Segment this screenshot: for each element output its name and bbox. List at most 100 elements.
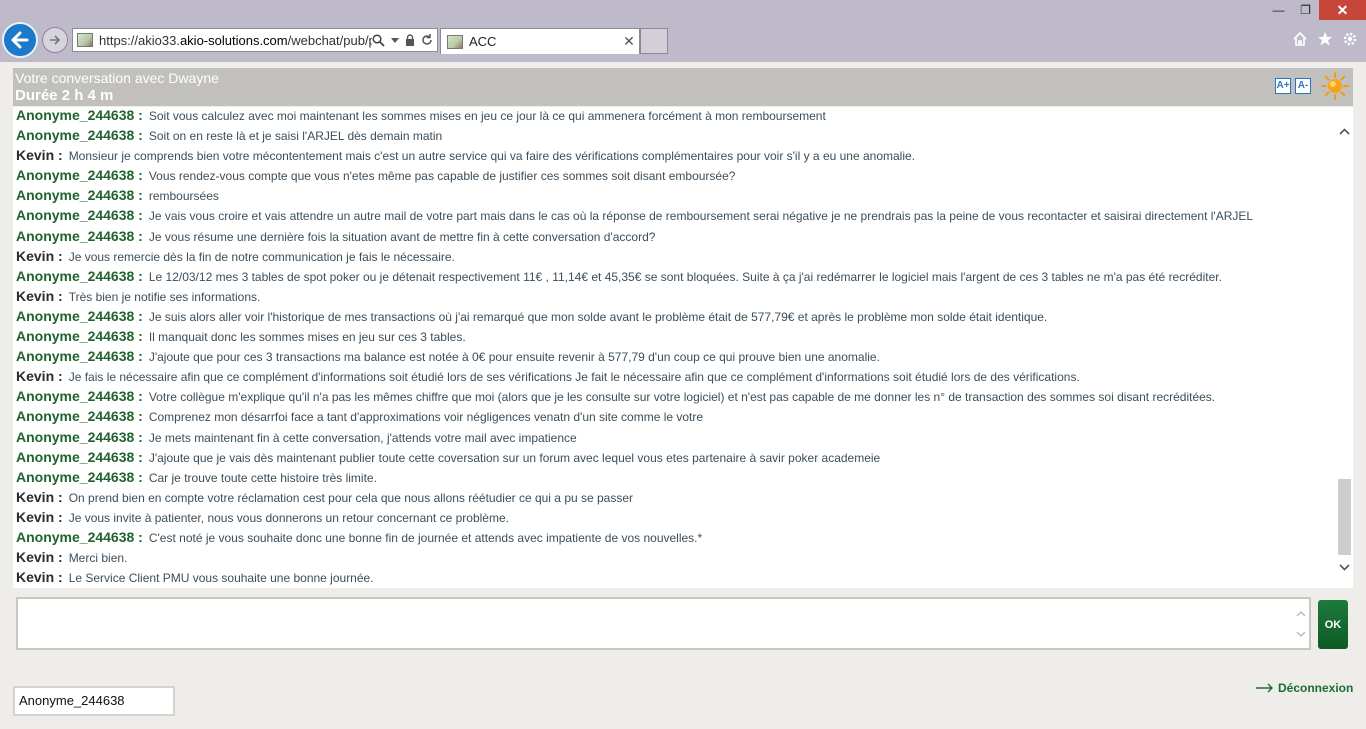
gear-icon[interactable] — [1341, 30, 1358, 48]
browser-tools — [1291, 30, 1358, 48]
message-sender: Anonyme_244638 : — [16, 167, 143, 184]
forward-button[interactable] — [42, 27, 68, 53]
browser-chrome: — ❐ ✕ https://akio33.akio-solutions.com/… — [0, 0, 1366, 62]
message-text: Votre collègue m'explique qu'il n'a pas … — [148, 390, 1216, 405]
message-sender: Kevin : — [16, 508, 63, 525]
message-text: Je vais vous croire et vais attendre un … — [148, 209, 1254, 224]
close-window-button[interactable]: ✕ — [1319, 0, 1366, 20]
message-text: Merci bien. — [68, 551, 128, 566]
url-path: /webchat/pub/pa — [287, 32, 372, 48]
tab-acc[interactable]: ACC ✕ — [440, 28, 640, 54]
input-scroll-down-icon[interactable] — [1293, 626, 1309, 642]
sun-icon[interactable] — [1321, 72, 1349, 100]
chat-message: Anonyme_244638 : Je vais vous croire et v… — [16, 205, 1334, 225]
message-text: Je mets maintenant fin à cette conversat… — [148, 430, 577, 445]
scroll-thumb[interactable] — [1338, 479, 1351, 555]
message-sender: Kevin : — [16, 488, 63, 505]
message-sender: Anonyme_244638 : — [16, 408, 143, 425]
chat-message: Kevin : Monsieur je comprends bien votre … — [16, 145, 1334, 165]
transcript-scrollbar[interactable] — [1336, 107, 1353, 588]
url-domain: akio-solutions.com — [179, 32, 288, 48]
message-text: remboursées — [148, 189, 219, 204]
logout-link[interactable]: Déconnexion — [1256, 681, 1353, 695]
message-sender: Anonyme_244638 : — [16, 307, 143, 324]
chat-transcript[interactable]: Anonyme_244638 : Soit vous calculez avec … — [13, 107, 1336, 588]
send-button[interactable]: OK — [1318, 600, 1348, 649]
chat-message: Anonyme_244638 : Le 12/03/12 mes 3 tables… — [16, 266, 1334, 286]
home-icon[interactable] — [1291, 30, 1308, 48]
message-text: Soit on en reste là et je saisi l'ARJEL … — [148, 129, 443, 144]
arrow-right-icon — [1256, 683, 1273, 693]
username-field: Anonyme_244638 — [13, 686, 175, 716]
minimize-button[interactable]: — — [1265, 0, 1292, 20]
message-sender: Kevin : — [16, 549, 63, 566]
message-sender: Anonyme_244638 : — [16, 428, 143, 445]
scroll-up-icon[interactable] — [1336, 123, 1353, 140]
new-tab-button[interactable] — [640, 28, 668, 54]
chat-message: Kevin : On prend bien en compte votre réc… — [16, 487, 1334, 507]
chat-message: Anonyme_244638 : Car je trouve toute cett… — [16, 467, 1334, 487]
chat-message: Kevin : Je vous invite à patienter, nous … — [16, 507, 1334, 527]
message-sender: Anonyme_244638 : — [16, 127, 143, 144]
font-increase-icon[interactable]: A+ — [1275, 78, 1291, 94]
chat-message: Anonyme_244638 : Je mets maintenant fin à… — [16, 427, 1334, 447]
chat-message: Anonyme_244638 : Je vous résume une derni… — [16, 226, 1334, 246]
search-icon[interactable] — [372, 33, 385, 47]
chat-message: Anonyme_244638 : Je suis alors aller voir… — [16, 306, 1334, 326]
chat-message: Anonyme_244638 : Soit on en reste là et j… — [16, 125, 1334, 145]
message-input[interactable] — [16, 597, 1311, 650]
close-tab-icon[interactable]: ✕ — [619, 33, 639, 50]
message-sender: Anonyme_244638 : — [16, 448, 143, 465]
arrow-right-icon — [50, 35, 61, 45]
chat-message: Anonyme_244638 : Votre collègue m'expliqu… — [16, 386, 1334, 406]
message-text: Comprenez mon désarrfoi face a tant d'ap… — [148, 410, 704, 425]
chat-message: Kevin : Je vous remercie dès la fin de no… — [16, 246, 1334, 266]
message-text: Car je trouve toute cette histoire très … — [148, 470, 377, 485]
url-prefix: https://akio33. — [99, 32, 180, 48]
chat-message: Kevin : Très bien je notifie ses informat… — [16, 286, 1334, 306]
scroll-down-icon[interactable] — [1336, 559, 1353, 576]
message-text: Le 12/03/12 mes 3 tables de spot poker o… — [148, 269, 1222, 284]
chat-message: Anonyme_244638 : Il manquait donc les som… — [16, 326, 1334, 346]
message-text: Soit vous calculez avec moi maintenant l… — [148, 109, 826, 123]
window-controls: — ❐ ✕ — [1265, 0, 1366, 20]
dropdown-icon[interactable] — [391, 37, 399, 43]
message-list: Anonyme_244638 : Soit vous calculez avec … — [16, 107, 1334, 587]
logout-label: Déconnexion — [1278, 681, 1354, 695]
url-text[interactable]: https://akio33.akio-solutions.com/webcha… — [99, 33, 372, 48]
message-sender: Anonyme_244638 : — [16, 267, 143, 284]
tab-title: ACC — [469, 34, 497, 49]
address-bar-icons — [372, 33, 437, 47]
chat-message: Kevin : Le Service Client PMU vous souhai… — [16, 567, 1334, 587]
chat-message: Anonyme_244638 : remboursées — [16, 185, 1334, 205]
arrow-left-icon — [11, 31, 29, 49]
chat-message: Anonyme_244638 : Comprenez mon désarrfoi … — [16, 406, 1334, 426]
lock-icon[interactable] — [405, 33, 415, 47]
chat-message: Anonyme_244638 : J'ajoute que pour ces 3 … — [16, 346, 1334, 366]
message-text: Je vous remercie dès la fin de notre com… — [68, 249, 455, 264]
chat-message: Anonyme_244638 : C'est noté je vous souha… — [16, 527, 1334, 547]
site-favicon — [77, 33, 93, 47]
message-sender: Kevin : — [16, 247, 63, 264]
message-sender: Anonyme_244638 : — [16, 468, 143, 485]
message-sender: Kevin : — [16, 569, 63, 586]
message-sender: Kevin : — [16, 287, 63, 304]
message-text: J'ajoute que je vais dès maintenant publ… — [148, 450, 881, 465]
conversation-title: Votre conversation avec Dwayne — [15, 70, 219, 86]
message-text: Vous rendez-vous compte que vous n'etes … — [148, 169, 736, 184]
message-text: C'est noté je vous souhaite donc une bon… — [148, 530, 703, 545]
message-text: Je fais le nécessaire afin que ce complé… — [68, 370, 1080, 385]
tab-favicon — [447, 34, 463, 49]
chat-message: Anonyme_244638 : Soit vous calculez avec … — [16, 107, 1334, 125]
address-bar[interactable]: https://akio33.akio-solutions.com/webcha… — [72, 28, 438, 52]
maximize-button[interactable]: ❐ — [1292, 0, 1319, 20]
font-decrease-icon[interactable]: A- — [1295, 78, 1311, 94]
back-button[interactable] — [2, 22, 38, 58]
message-sender: Kevin : — [16, 368, 63, 385]
input-scroll-up-icon[interactable] — [1293, 606, 1309, 622]
message-text: On prend bien en compte votre réclamatio… — [68, 490, 634, 505]
refresh-icon[interactable] — [421, 34, 433, 46]
chat-message: Anonyme_244638 : Vous rendez-vous compte … — [16, 165, 1334, 185]
message-sender: Anonyme_244638 : — [16, 348, 143, 365]
favorites-star-icon[interactable] — [1316, 30, 1333, 48]
